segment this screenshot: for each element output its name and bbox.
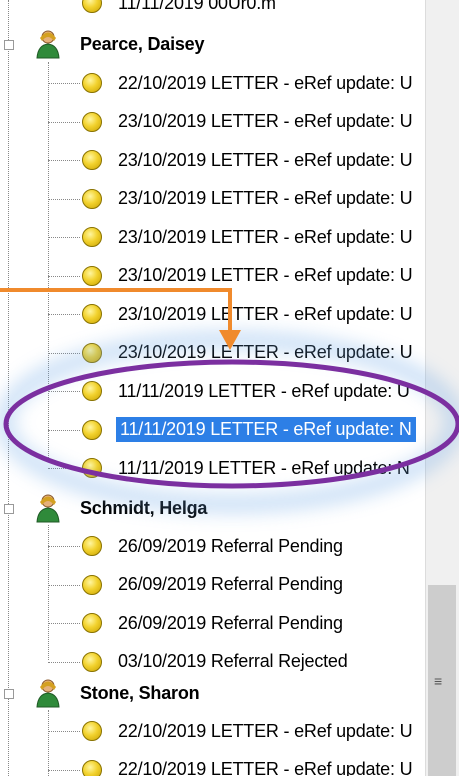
tree-item-label: 23/10/2019 LETTER - eRef update: U — [118, 111, 413, 131]
tree-item-label: 23/10/2019 LETTER - eRef update: U — [118, 226, 413, 247]
person-icon — [36, 30, 60, 59]
collapse-toggle[interactable] — [4, 40, 14, 50]
yellow-circle-icon — [82, 265, 102, 286]
yellow-circle-icon — [82, 73, 102, 93]
tree-line — [48, 584, 80, 586]
yellow-circle-icon — [82, 458, 102, 478]
tree-item-label: 22/10/2019 LETTER - eRef update: U — [118, 720, 413, 741]
tree-item-label: 22/10/2019 LETTER - eRef update: U — [118, 72, 413, 93]
tree-item-label: 22/10/2019 LETTER - eRef update: U — [118, 759, 413, 776]
collapse-toggle[interactable] — [4, 504, 14, 514]
scrollbar-thumb[interactable]: ≡ — [428, 585, 456, 776]
tree-item-label: 26/09/2019 Referral Pending — [118, 612, 343, 633]
tree-item[interactable]: 11/11/2019 LETTER - eRef update: N — [0, 449, 425, 487]
tree-item[interactable]: 26/09/2019 Referral Pending — [0, 604, 425, 642]
tree-line — [48, 314, 80, 315]
tree-line — [48, 391, 80, 392]
yellow-circle-icon — [82, 721, 102, 741]
tree-item-label: 11/11/2019 LETTER - eRef update: N — [118, 457, 410, 478]
tree-line — [48, 661, 80, 663]
tree-item[interactable]: 11/11/2019 LETTER - eRef update: N — [0, 411, 425, 449]
tree-line — [48, 546, 80, 547]
tree-item[interactable]: 22/10/2019 LETTER - eRef update: U — [0, 751, 425, 776]
tree-item-label: 11/11/2019 00Ur0.m — [118, 0, 276, 13]
tree-item[interactable]: 23/10/2019 LETTER - eRef update: U — [0, 103, 425, 141]
yellow-circle-icon — [82, 111, 102, 132]
tree-item-label: 26/09/2019 Referral Pending — [118, 574, 343, 594]
patient-name: Schmidt, Helga — [80, 497, 208, 518]
tree-item-label: 23/10/2019 LETTER - eRef update: U — [118, 188, 413, 208]
tree-item-label: 23/10/2019 LETTER - eRef update: U — [118, 265, 413, 285]
yellow-circle-icon — [82, 227, 102, 247]
patient-tree[interactable]: 11/11/2019 00Ur0.m Pearce, Daisey 22/10/… — [0, 0, 425, 776]
tree-item-label: 11/11/2019 LETTER - eRef update: U — [118, 380, 410, 401]
tree-item-label: 23/10/2019 LETTER - eRef update: U — [118, 303, 413, 324]
tree-line — [48, 731, 80, 732]
tree-node-patient-pearce[interactable]: Pearce, Daisey — [0, 25, 425, 63]
person-icon — [36, 494, 60, 523]
tree-item-label: 03/10/2019 Referral Rejected — [118, 651, 348, 671]
tree-item[interactable]: 22/10/2019 LETTER - eRef update: U — [0, 64, 425, 102]
vertical-scrollbar[interactable]: ≡ — [425, 0, 459, 776]
yellow-circle-icon — [82, 188, 102, 209]
tree-line — [48, 352, 80, 354]
tree-item-label: 11/11/2019 LETTER - eRef update: N — [116, 417, 416, 442]
tree-line — [48, 468, 80, 469]
yellow-circle-icon — [82, 304, 102, 324]
yellow-circle-icon — [82, 381, 102, 401]
tree-line — [48, 83, 80, 84]
tree-line — [48, 198, 80, 200]
tree-item[interactable]: 23/10/2019 LETTER - eRef update: U — [0, 334, 425, 372]
tree-line — [48, 160, 80, 161]
tree-line — [48, 275, 80, 277]
tree-item-partial[interactable]: 11/11/2019 00Ur0.m — [0, 0, 425, 22]
yellow-circle-icon — [82, 613, 102, 633]
tree-item[interactable]: 23/10/2019 LETTER - eRef update: U — [0, 141, 425, 179]
tree-node-patient-stone[interactable]: Stone, Sharon — [0, 674, 425, 712]
tree-item[interactable]: 11/11/2019 LETTER - eRef update: U — [0, 372, 425, 410]
yellow-circle-icon — [82, 536, 102, 556]
yellow-circle-icon — [82, 0, 102, 13]
tree-item[interactable]: 26/09/2019 Referral Pending — [0, 527, 425, 565]
tree-item[interactable]: 22/10/2019 LETTER - eRef update: U — [0, 712, 425, 750]
tree-line — [48, 237, 80, 238]
person-icon — [36, 679, 60, 708]
collapse-toggle[interactable] — [4, 689, 14, 699]
yellow-circle-icon — [82, 150, 102, 170]
tree-item[interactable]: 26/09/2019 Referral Pending — [0, 566, 425, 604]
tree-item[interactable]: 23/10/2019 LETTER - eRef update: U — [0, 218, 425, 256]
tree-node-patient-schmidt[interactable]: Schmidt, Helga — [0, 489, 425, 527]
tree-line — [48, 623, 80, 624]
tree-item-label: 23/10/2019 LETTER - eRef update: U — [118, 149, 413, 170]
tree-item-label: 23/10/2019 LETTER - eRef update: U — [118, 342, 413, 362]
yellow-circle-icon — [82, 419, 102, 440]
yellow-circle-icon — [82, 759, 102, 776]
yellow-circle-icon — [82, 574, 102, 595]
yellow-circle-icon — [82, 651, 102, 672]
tree-line — [48, 769, 80, 771]
tree-item[interactable]: 23/10/2019 LETTER - eRef update: U — [0, 257, 425, 295]
tree-line — [48, 121, 80, 123]
tree-line — [48, 429, 80, 431]
tree-item-label: 26/09/2019 Referral Pending — [118, 535, 343, 556]
scroll-grip-icon: ≡ — [434, 673, 443, 689]
patient-name: Stone, Sharon — [80, 682, 200, 703]
tree-item[interactable]: 23/10/2019 LETTER - eRef update: U — [0, 180, 425, 218]
yellow-circle-icon — [82, 342, 102, 363]
tree-item[interactable]: 23/10/2019 LETTER - eRef update: U — [0, 295, 425, 333]
patient-name: Pearce, Daisey — [80, 33, 205, 54]
